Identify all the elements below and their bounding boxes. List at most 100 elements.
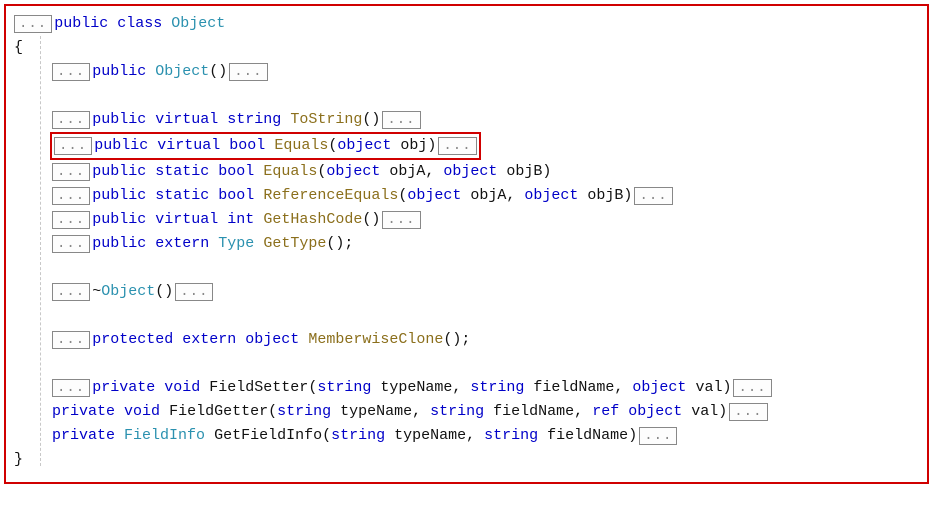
params: (); [326,232,353,256]
highlight-box: ... public virtual bool Equals ( object … [50,132,481,160]
type-name: Object [101,280,155,304]
fold-icon[interactable]: ... [52,283,90,301]
line-fieldgetter: private void FieldGetter ( string typeNa… [14,400,919,424]
line-memberwiseclone: ... protected extern object MemberwiseCl… [14,328,919,352]
method-name: FieldGetter [169,400,268,424]
line-referenceequals: ... public static bool ReferenceEquals (… [14,184,919,208]
fold-icon[interactable]: ... [382,111,420,129]
line-tostring: ... public virtual string ToString () ..… [14,108,919,132]
method-name: GetType [263,232,326,256]
keyword: public [92,108,146,132]
line-gettype: ... public extern Type GetType (); [14,232,919,256]
fold-icon[interactable]: ... [54,137,92,155]
keyword: bool [218,160,254,184]
keyword: public [92,232,146,256]
keyword: object [443,160,497,184]
keyword: string [430,400,484,424]
line-equals-virtual: ... public virtual bool Equals ( object … [14,132,919,160]
line-getfieldinfo: private FieldInfo GetFieldInfo ( string … [14,424,919,448]
line-gethashcode: ... public virtual int GetHashCode () ..… [14,208,919,232]
fold-icon[interactable]: ... [438,137,476,155]
fold-icon[interactable]: ... [14,15,52,33]
keyword: object [245,328,299,352]
keyword: object [337,134,391,158]
keyword: extern [155,232,209,256]
keyword: string [484,424,538,448]
keyword: private [52,400,115,424]
keyword: static [155,184,209,208]
method-name: ReferenceEquals [263,184,398,208]
method-name: MemberwiseClone [308,328,443,352]
params: () [362,208,380,232]
line-close-brace: } [14,448,919,472]
keyword: public [92,208,146,232]
keyword: ref [592,400,619,424]
method-name: FieldSetter [209,376,308,400]
brace: { [14,36,23,60]
method-name: Equals [274,134,328,158]
keyword: bool [218,184,254,208]
keyword: string [331,424,385,448]
brace: } [14,448,23,472]
keyword: extern [182,328,236,352]
keyword: string [227,108,281,132]
blank-line [14,256,919,280]
keyword: public [54,12,108,36]
fold-icon[interactable]: ... [52,111,90,129]
fold-icon[interactable]: ... [634,187,672,205]
type-name: Object [155,60,209,84]
fold-icon[interactable]: ... [729,403,767,421]
keyword: protected [92,328,173,352]
line-fieldsetter: ... private void FieldSetter ( string ty… [14,376,919,400]
method-name: GetFieldInfo [214,424,322,448]
fold-icon[interactable]: ... [52,235,90,253]
fold-icon[interactable]: ... [733,379,771,397]
keyword: void [164,376,200,400]
code-area: ... public class Object { ... public Obj… [14,12,919,472]
method-name: ToString [290,108,362,132]
keyword: void [124,400,160,424]
fold-icon[interactable]: ... [52,163,90,181]
keyword: public [92,184,146,208]
keyword: private [52,424,115,448]
params: () [155,280,173,304]
line-destructor: ... ~ Object () ... [14,280,919,304]
keyword: string [317,376,371,400]
fold-icon[interactable]: ... [229,63,267,81]
fold-icon[interactable]: ... [52,211,90,229]
type-name: Object [171,12,225,36]
method-name: Equals [263,160,317,184]
params: () [362,108,380,132]
blank-line [14,352,919,376]
line-constructor: ... public Object () ... [14,60,919,84]
code-viewer: ... public class Object { ... public Obj… [4,4,929,484]
fold-icon[interactable]: ... [52,63,90,81]
line-open-brace: { [14,36,919,60]
line-class-header: ... public class Object [14,12,919,36]
fold-icon[interactable]: ... [52,187,90,205]
fold-icon[interactable]: ... [382,211,420,229]
params: () [209,60,227,84]
keyword: object [407,184,461,208]
keyword: virtual [155,208,218,232]
fold-icon[interactable]: ... [52,379,90,397]
keyword: object [326,160,380,184]
keyword: string [470,376,524,400]
line-equals-static: ... public static bool Equals ( object o… [14,160,919,184]
keyword: object [632,376,686,400]
keyword: private [92,376,155,400]
fold-icon[interactable]: ... [175,283,213,301]
params: (); [443,328,470,352]
keyword: string [277,400,331,424]
type-name: FieldInfo [124,424,205,448]
indent-guide [40,36,41,466]
keyword: virtual [157,134,220,158]
blank-line [14,84,919,108]
keyword: static [155,160,209,184]
fold-icon[interactable]: ... [639,427,677,445]
keyword: public [94,134,148,158]
type-name: Type [218,232,254,256]
fold-icon[interactable]: ... [52,331,90,349]
keyword: bool [229,134,265,158]
method-name: GetHashCode [263,208,362,232]
